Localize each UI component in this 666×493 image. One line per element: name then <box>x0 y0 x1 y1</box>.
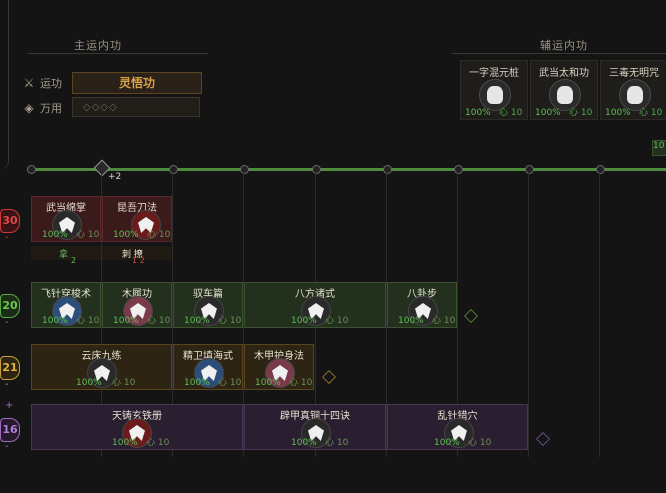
skill-percent: 100% <box>255 378 281 388</box>
aux-card-percent: 100% <box>535 108 561 118</box>
grid-line <box>528 172 529 457</box>
skill-cell[interactable]: 木甲护身法 100% 心 10 <box>244 344 314 390</box>
skill-xin: 心 10 <box>76 316 100 326</box>
timeline-node[interactable] <box>27 165 36 174</box>
aux-card[interactable]: 一字混元桩 100% 心 10 <box>460 60 528 120</box>
skill-percent: 100% <box>113 230 139 240</box>
aux-card[interactable]: 三毒无明咒 100% 心 10 <box>600 60 666 120</box>
aux-card-name: 一字混元桩 <box>469 68 519 79</box>
skill-percent: 100% <box>184 378 210 388</box>
timeline-node[interactable] <box>525 165 534 174</box>
timeline-node[interactable] <box>169 165 178 174</box>
skill-cell[interactable]: 八方诸式 100% 心 10 <box>244 282 386 328</box>
aux-card-percent: 100% <box>605 108 631 118</box>
skill-xin: 心 10 <box>218 378 242 388</box>
skill-percent: 100% <box>398 316 424 326</box>
yunxing-label: 运功 <box>40 77 62 90</box>
skill-cell[interactable]: 天铸玄铁册 100% 心 10 <box>31 404 243 450</box>
tier-dash: - <box>5 317 9 328</box>
grid-line <box>599 172 600 457</box>
timeline-node[interactable] <box>596 165 605 174</box>
skill-xin: 心 10 <box>147 316 171 326</box>
aux-card-name: 三毒无明咒 <box>609 68 659 79</box>
skill-xin: 心 10 <box>147 230 171 240</box>
timeline-node[interactable] <box>240 165 249 174</box>
skill-percent: 100% <box>42 316 68 326</box>
skill-xin: 心 10 <box>432 316 456 326</box>
timeline-node[interactable] <box>383 165 392 174</box>
aux-card-percent: 100% <box>465 108 491 118</box>
tier-dash: - <box>5 441 9 452</box>
skill-xin: 心 10 <box>325 316 349 326</box>
yunxing-row: ⚔ 运功 <box>22 73 70 93</box>
wanyong-row: ◈ 万用 <box>22 98 70 118</box>
skill-cell[interactable]: 木履功 100% 心 10 <box>102 282 172 328</box>
skill-cell[interactable]: 八卦步 100% 心 10 <box>387 282 457 328</box>
aux-edge-badge: 10 <box>652 140 666 156</box>
tier-badge: 30 <box>0 209 20 233</box>
skill-cell[interactable]: 乱针错穴 100% 心 10 <box>387 404 528 450</box>
tier-diamond-icon <box>535 431 551 447</box>
timeline-plus-label: +2 <box>108 172 122 182</box>
skill-cell[interactable]: 昆吾刀法 100% 心 10 <box>102 196 172 242</box>
skill-cell[interactable]: 精卫填海式 100% 心 10 <box>173 344 243 390</box>
wanyong-value[interactable]: ◇◇◇◇ <box>72 97 200 117</box>
skill-xin: 心 10 <box>468 438 492 448</box>
aux-card[interactable]: 武当太和功 100% 心 10 <box>530 60 598 120</box>
skill-cell[interactable]: 驭车篇 100% 心 10 <box>173 282 243 328</box>
skill-percent: 100% <box>291 438 317 448</box>
tier-diamond-icon <box>463 308 479 324</box>
aux-card-xin: 心 10 <box>639 108 663 118</box>
sub-move-strip: 拿 2 <box>31 246 101 265</box>
main-neigong-title: 主运内功 <box>74 39 122 52</box>
skill-xin: 心 10 <box>218 316 242 326</box>
divider <box>28 53 208 54</box>
left-frame <box>0 0 9 170</box>
divider <box>452 53 666 54</box>
skill-cell[interactable]: 云床九练 100% 心 10 <box>31 344 172 390</box>
aux-neigong-title: 辅运内功 <box>540 39 588 52</box>
tier-diamond-icon <box>321 369 337 385</box>
tier-badge: 20 <box>0 294 20 318</box>
progress-timeline <box>30 168 666 171</box>
yunxing-value[interactable]: 灵悟功 <box>72 72 202 94</box>
timeline-node[interactable] <box>454 165 463 174</box>
skill-percent: 100% <box>434 438 460 448</box>
diamond-sigil-icon: ◈ <box>24 101 34 115</box>
skill-xin: 心 10 <box>146 438 170 448</box>
aux-card-name: 武当太和功 <box>539 68 589 79</box>
aux-card-xin: 心 10 <box>499 108 523 118</box>
timeline-node[interactable] <box>312 165 321 174</box>
skill-xin: 心 10 <box>289 378 313 388</box>
skill-percent: 100% <box>76 378 102 388</box>
skill-percent: 100% <box>113 316 139 326</box>
tier-dash: - <box>5 232 9 243</box>
tier-badge: 16 <box>0 418 20 442</box>
skill-xin: 心 10 <box>76 230 100 240</box>
sub-move-strip: 刺 撩 1 2 <box>102 246 172 265</box>
skill-percent: 100% <box>184 316 210 326</box>
skill-percent: 100% <box>112 438 138 448</box>
tier-plus: + <box>5 400 14 411</box>
sub-move-number: 1 2 <box>132 256 145 265</box>
skill-xin: 心 10 <box>325 438 349 448</box>
skill-cell[interactable]: 武当绵掌 100% 心 10 <box>31 196 101 242</box>
skill-cell[interactable]: 辟甲真铜十四诀 100% 心 10 <box>244 404 386 450</box>
crossed-swords-icon: ⚔ <box>23 76 35 90</box>
sub-move-number: 2 <box>71 256 77 265</box>
wanyong-label: 万用 <box>40 102 62 115</box>
skill-cell[interactable]: 飞针穿梭术 100% 心 10 <box>31 282 101 328</box>
tier-badge: 21 <box>0 356 20 380</box>
skill-percent: 100% <box>42 230 68 240</box>
skill-percent: 100% <box>291 316 317 326</box>
sub-move-label: 拿 <box>59 250 69 260</box>
tier-dash: - <box>5 379 9 390</box>
aux-card-xin: 心 10 <box>569 108 593 118</box>
skill-xin: 心 10 <box>112 378 136 388</box>
